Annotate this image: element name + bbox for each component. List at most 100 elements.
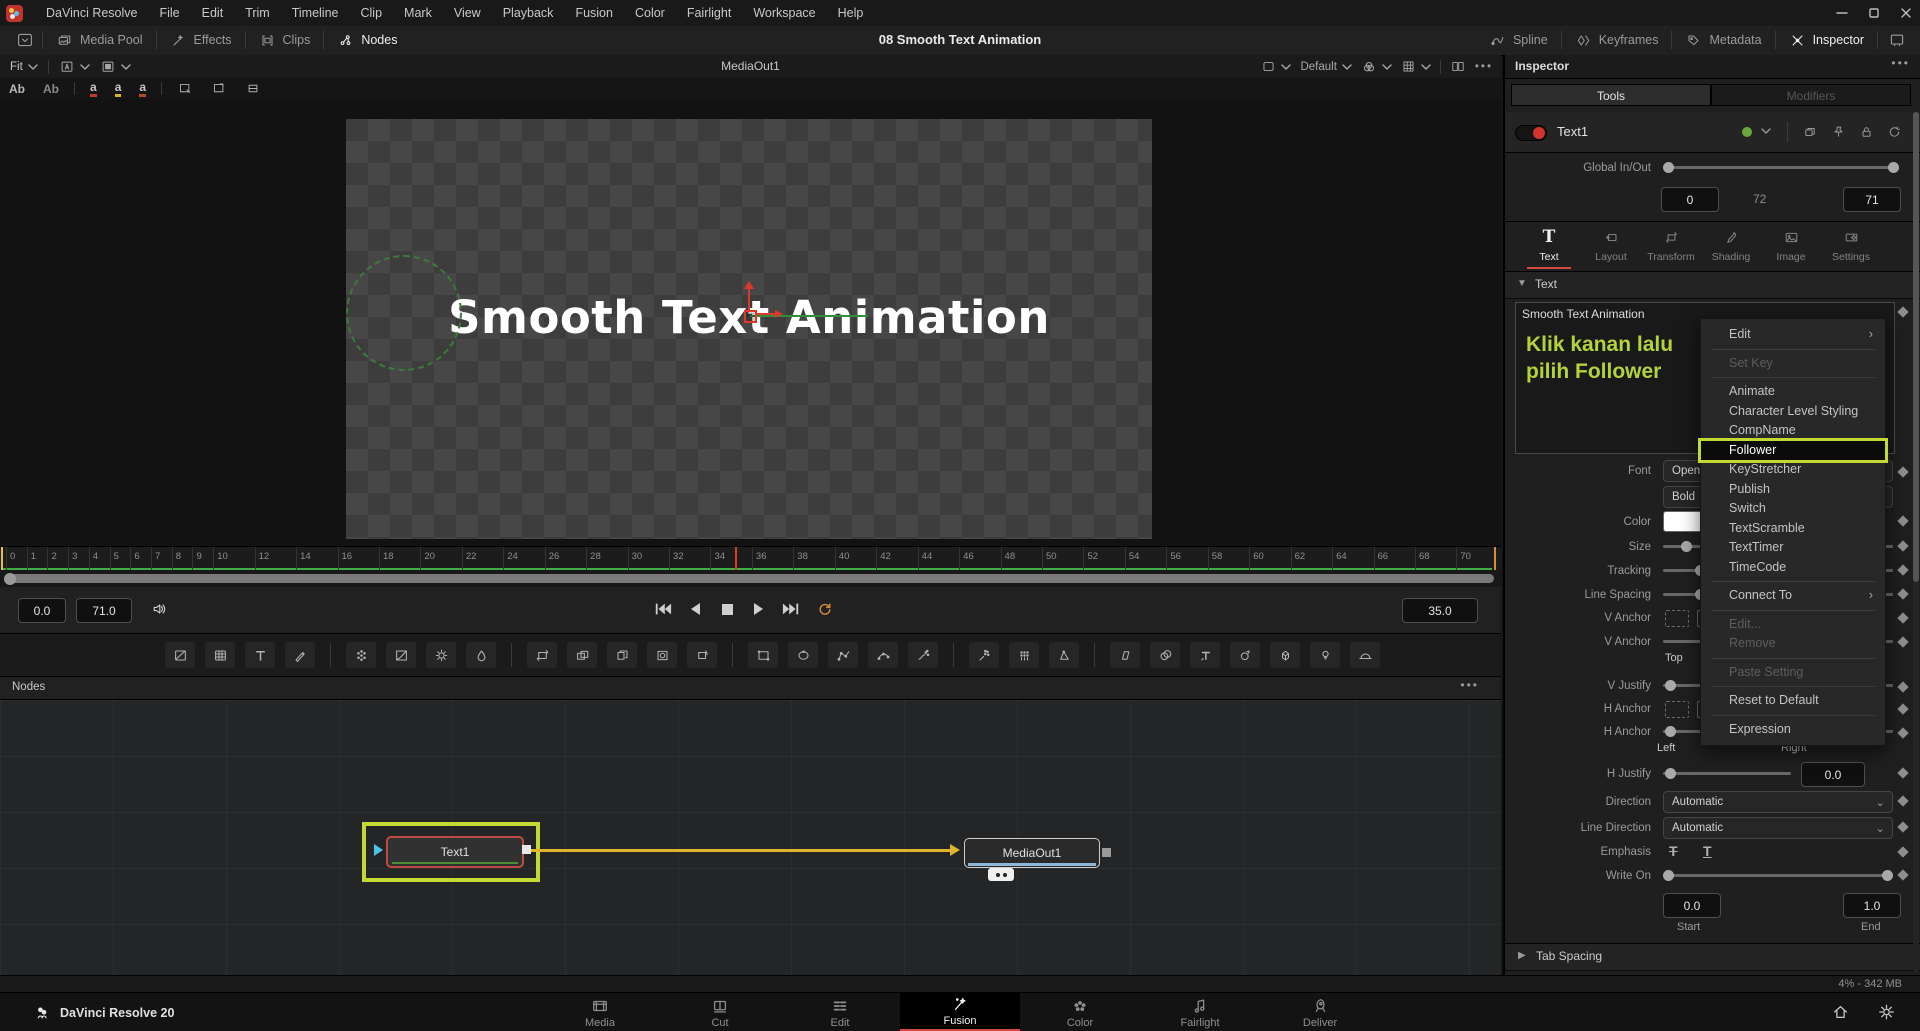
v-justify-handle[interactable] [1665, 680, 1676, 691]
timeline-scrollbar-thumb[interactable] [6, 574, 1494, 583]
text-color-red-button[interactable]: a [90, 81, 97, 97]
metadata-button[interactable]: Metadata [1672, 26, 1774, 54]
keyframe-diamond-icon[interactable] [1897, 795, 1908, 806]
viewer-layout-dropdown[interactable] [1261, 60, 1291, 73]
range-end-marker[interactable] [1494, 547, 1496, 571]
keyframe-diamond-icon[interactable] [1897, 306, 1908, 317]
global-out-field[interactable]: 71 [1843, 187, 1901, 212]
viewer-options-menu[interactable]: ••• [1475, 61, 1493, 73]
text-color-outline-button[interactable]: a [139, 81, 146, 97]
minimize-button[interactable] [1836, 7, 1848, 19]
menu-playback[interactable]: Playback [492, 0, 565, 26]
maximize-button[interactable] [1868, 7, 1880, 19]
text-style-button-1[interactable]: Ab [0, 82, 34, 96]
stop-button[interactable] [716, 599, 738, 619]
page-tab-cut[interactable]: Cut [660, 993, 780, 1031]
ellipse-mask-icon[interactable] [788, 642, 818, 668]
cube3d-icon[interactable] [1270, 642, 1300, 668]
tab-modifiers[interactable]: Modifiers [1711, 84, 1911, 106]
playhead[interactable] [735, 547, 737, 571]
magicwand-mask-icon[interactable] [908, 642, 938, 668]
menu-view[interactable]: View [443, 0, 492, 26]
keyframe-diamond-icon[interactable] [1897, 636, 1908, 647]
menu-fusion[interactable]: Fusion [564, 0, 624, 26]
keyframes-button[interactable]: Keyframes [1562, 26, 1672, 54]
rectangle-mask-icon[interactable] [748, 642, 778, 668]
keyframe-diamond-icon[interactable] [1897, 767, 1908, 778]
keyframe-diamond-icon[interactable] [1897, 681, 1908, 692]
text-style-button-2[interactable]: Ab [34, 82, 68, 96]
node-text1-output[interactable] [522, 845, 531, 854]
lut-dropdown[interactable]: Default [1300, 61, 1351, 73]
global-in-handle[interactable] [1663, 162, 1674, 173]
node-text1[interactable]: Text1 [386, 836, 524, 868]
frame-format-button-3[interactable] [241, 80, 265, 97]
imageplane3d-icon[interactable] [1110, 642, 1140, 668]
tool-tab-settings[interactable]: Settings [1821, 226, 1881, 263]
keyframe-diamond-icon[interactable] [1897, 703, 1908, 714]
nodes-button[interactable]: Nodes [324, 26, 410, 54]
page-tab-color[interactable]: Color [1020, 993, 1140, 1031]
inspector-scrollbar-thumb[interactable] [1913, 112, 1919, 582]
render3d-icon[interactable] [1350, 642, 1380, 668]
h-anchor-handle[interactable] [1665, 726, 1676, 737]
node-mediaout1[interactable]: MediaOut1 [964, 838, 1100, 868]
audio-mute-button[interactable] [148, 599, 170, 619]
node-mediaout1-output[interactable] [1102, 848, 1111, 857]
menu-item-compname[interactable]: CompName [1701, 421, 1885, 441]
menu-edit[interactable]: Edit [191, 0, 235, 26]
particle-grid-icon[interactable] [1009, 642, 1039, 668]
home-icon[interactable] [1831, 1003, 1850, 1021]
menu-item-texttimer[interactable]: TextTimer [1701, 538, 1885, 558]
tab-spacing-header[interactable]: ▶ Tab Spacing [1505, 944, 1920, 971]
write-on-end-field[interactable]: 1.0 [1843, 893, 1901, 918]
range-end-field[interactable]: 71.0 [76, 598, 132, 623]
page-tab-edit[interactable]: Edit [780, 993, 900, 1031]
go-to-end-button[interactable] [780, 599, 802, 619]
effects-button[interactable]: Effects [157, 26, 245, 54]
menu-trim[interactable]: Trim [234, 0, 281, 26]
write-on-slider[interactable] [1663, 874, 1893, 877]
background-tool-icon[interactable] [165, 642, 195, 668]
node-text1-input[interactable] [374, 844, 383, 856]
menu-item-keystretcher[interactable]: KeyStretcher [1701, 460, 1885, 480]
angle-control-line[interactable] [750, 315, 868, 317]
merge-tool-icon[interactable] [567, 642, 597, 668]
h-justify-handle[interactable] [1665, 768, 1676, 779]
menu-mark[interactable]: Mark [393, 0, 443, 26]
spheremap3d-icon[interactable] [1230, 642, 1260, 668]
menu-item-character-level-styling[interactable]: Character Level Styling [1701, 402, 1885, 422]
global-in-field[interactable]: 0 [1661, 187, 1719, 212]
particle-render-icon[interactable] [1049, 642, 1079, 668]
font-color-swatch[interactable] [1663, 511, 1703, 532]
frame-format-button-2[interactable] [207, 80, 231, 97]
keyframe-diamond-icon[interactable] [1897, 821, 1908, 832]
keyframe-diamond-icon[interactable] [1897, 564, 1908, 575]
split-view-button[interactable] [1450, 60, 1466, 73]
text-tool-icon[interactable] [245, 642, 275, 668]
timeline-scrollbar[interactable] [0, 570, 1501, 587]
node-enable-toggle[interactable] [1515, 125, 1547, 141]
menu-fairlight[interactable]: Fairlight [676, 0, 742, 26]
range-start-marker[interactable] [1, 547, 3, 571]
menu-color[interactable]: Color [624, 0, 676, 26]
colorcurves-tool-icon[interactable] [386, 642, 416, 668]
menu-item-expression[interactable]: Expression [1701, 720, 1885, 740]
direction-dropdown[interactable]: Automatic⌄ [1663, 791, 1893, 813]
bspline-mask-icon[interactable] [868, 642, 898, 668]
polygon-mask-icon[interactable] [828, 642, 858, 668]
menu-item-reset-to-default[interactable]: Reset to Default [1701, 691, 1885, 711]
text-selection-circle[interactable] [346, 255, 462, 371]
media-pool-button[interactable]: Media Pool [43, 26, 156, 54]
x-axis-arrow[interactable] [755, 313, 775, 315]
keyframe-diamond-icon[interactable] [1897, 869, 1908, 880]
zoom-mode-dropdown[interactable]: Fit [10, 61, 38, 73]
timeline-scrollbar-cap[interactable] [4, 573, 16, 585]
lock-icon[interactable] [1855, 122, 1877, 142]
menu-item-follower[interactable]: Follower [1701, 441, 1885, 461]
node-status-chevron-icon[interactable] [1761, 127, 1771, 135]
tab-tools[interactable]: Tools [1511, 84, 1711, 106]
global-inout-slider[interactable] [1663, 166, 1899, 169]
grid-options-dropdown[interactable] [1401, 60, 1431, 73]
background-select-dropdown[interactable] [100, 60, 131, 74]
